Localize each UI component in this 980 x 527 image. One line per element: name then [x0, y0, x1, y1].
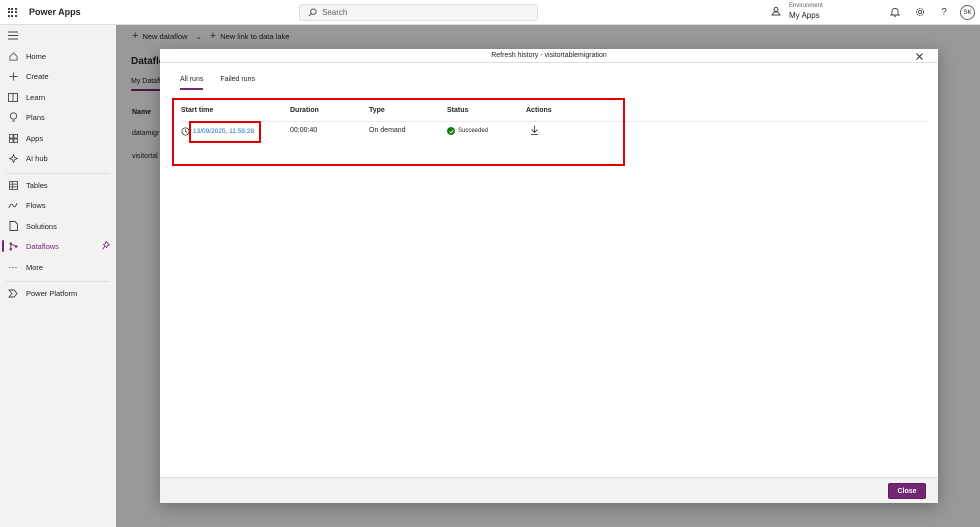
hamburger-icon[interactable]: [8, 31, 18, 42]
sidebar-item-label: Power Platform: [26, 288, 78, 298]
flow-icon: [8, 200, 18, 210]
environment-label: Environment: [789, 3, 823, 9]
power-platform-icon: [8, 288, 18, 298]
sidebar-item-more[interactable]: ··· More: [0, 258, 116, 276]
sidebar-item-label: Solutions: [26, 221, 57, 231]
sidebar-item-create[interactable]: Create: [0, 67, 116, 85]
search-placeholder: Search: [322, 8, 348, 17]
pin-icon[interactable]: [102, 240, 111, 252]
gear-icon[interactable]: [912, 4, 928, 20]
sidebar-item-label: More: [26, 262, 44, 272]
close-icon[interactable]: [914, 51, 924, 61]
solutions-icon: [8, 221, 18, 231]
sidebar-item-label: Create: [26, 71, 49, 81]
avatar[interactable]: SK: [960, 5, 975, 20]
tab-failed-runs[interactable]: Failed runs: [220, 76, 255, 90]
plus-icon: [8, 71, 18, 81]
apps-icon: [8, 133, 18, 143]
home-icon: [8, 51, 18, 61]
dialog-title: Refresh history - visitortablemigration: [491, 52, 607, 59]
close-button[interactable]: Close: [888, 483, 926, 499]
sidebar-item-learn[interactable]: Learn: [0, 88, 116, 106]
sidebar-item-home[interactable]: Home: [0, 47, 116, 65]
ellipsis-icon: ···: [8, 262, 18, 272]
sidebar-item-apps[interactable]: Apps: [0, 129, 116, 147]
top-bar: Power Apps Search Environment My Apps ? …: [0, 0, 980, 25]
sidebar-item-label: Plans: [26, 112, 45, 122]
book-icon: [8, 92, 18, 102]
sidebar-item-label: Apps: [26, 133, 44, 143]
sidebar-item-label: Dataflows: [26, 241, 59, 251]
tab-all-runs[interactable]: All runs: [180, 76, 204, 90]
dialog-tabs: All runs Failed runs: [180, 76, 272, 90]
sidebar-item-power-platform[interactable]: Power Platform: [0, 284, 116, 302]
app-launcher-icon[interactable]: [0, 0, 24, 25]
bell-icon[interactable]: [887, 4, 903, 20]
sidebar-divider: [6, 281, 110, 282]
dataflow-icon: [8, 241, 18, 251]
lightbulb-icon: [8, 112, 18, 122]
sidebar-item-dataflows[interactable]: Dataflows: [0, 237, 116, 255]
sidebar-item-label: Home: [26, 51, 47, 61]
sidebar-item-label: AI hub: [26, 153, 48, 163]
dialog-header: Refresh history - visitortablemigration: [160, 49, 938, 63]
sidebar-divider: [6, 173, 110, 174]
sidebar-item-label: Learn: [26, 92, 46, 102]
help-icon[interactable]: ?: [936, 4, 952, 20]
table-icon: [8, 180, 18, 190]
environment-icon: [771, 7, 781, 16]
sidebar-item-tables[interactable]: Tables: [0, 176, 116, 194]
sidebar-item-ai-hub[interactable]: AI hub: [0, 149, 116, 167]
sidebar: Home Create Learn Plans Apps AI hub Tabl…: [0, 25, 116, 527]
search-box[interactable]: Search: [299, 4, 538, 21]
search-icon: [308, 8, 317, 17]
ai-hub-icon: [8, 153, 18, 163]
sidebar-item-label: Tables: [26, 180, 48, 190]
sidebar-item-label: Flows: [26, 200, 46, 210]
highlight-box-start-time: [189, 121, 261, 143]
environment-value: My Apps: [789, 11, 820, 20]
environment-picker[interactable]: Environment My Apps: [771, 2, 823, 20]
sidebar-item-plans[interactable]: Plans: [0, 108, 116, 126]
sidebar-item-flows[interactable]: Flows: [0, 196, 116, 214]
dialog-footer: Close: [160, 477, 938, 503]
app-name[interactable]: Power Apps: [29, 7, 81, 17]
sidebar-item-solutions[interactable]: Solutions: [0, 217, 116, 235]
